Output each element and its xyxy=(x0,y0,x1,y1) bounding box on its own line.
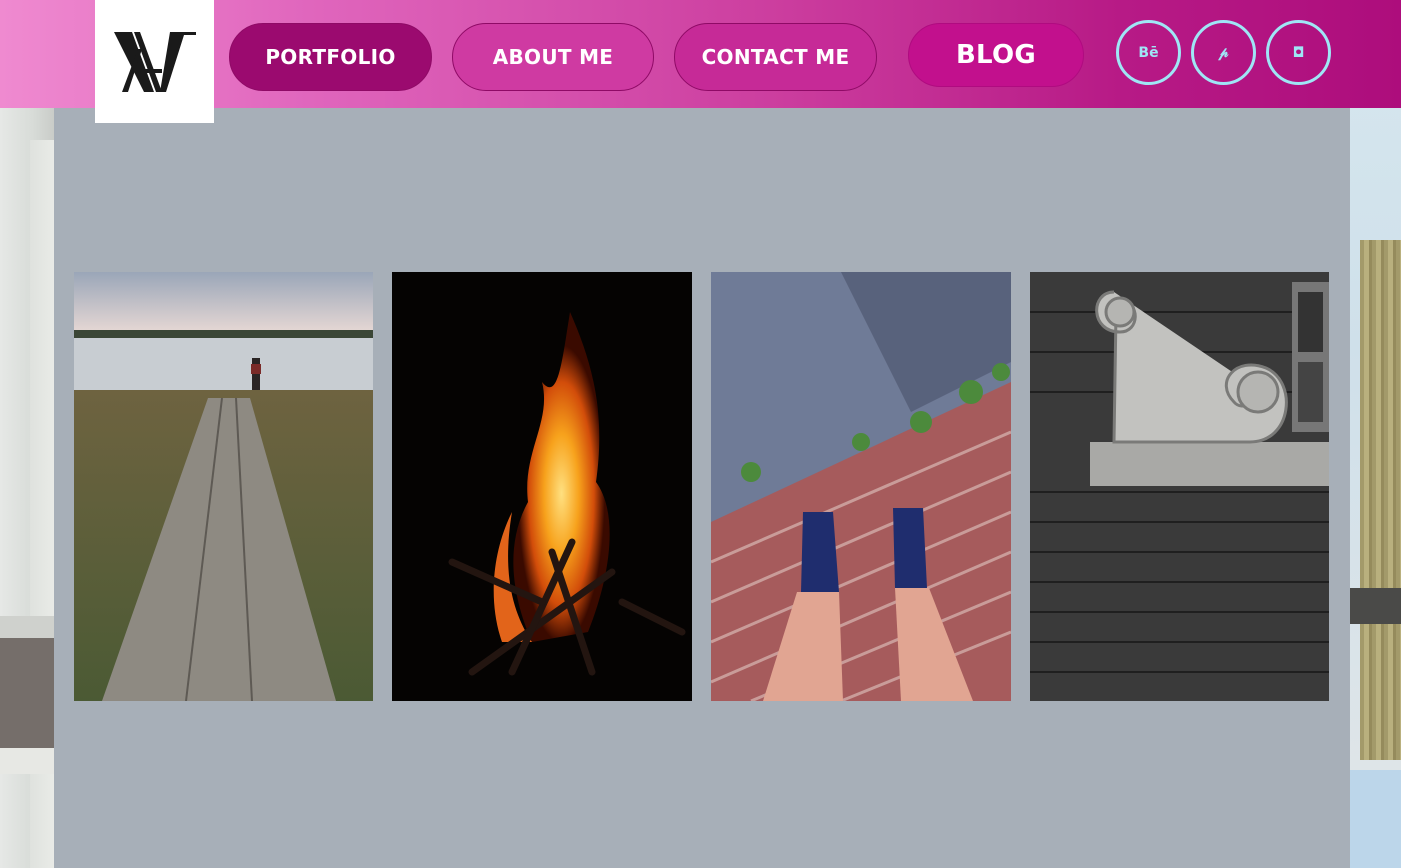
photo-stone-scroll[interactable] xyxy=(1030,272,1329,701)
boardwalk-image xyxy=(74,272,373,701)
photo-campfire[interactable] xyxy=(392,272,692,701)
av-monogram-logo-icon xyxy=(113,31,196,92)
photo-sneakers[interactable] xyxy=(711,272,1011,701)
nav-portfolio-button[interactable]: PORTFOLIO xyxy=(229,23,432,91)
sneakers-image xyxy=(711,272,1011,701)
behance-link[interactable]: Bē xyxy=(1116,20,1181,85)
background-sofa xyxy=(1350,770,1401,868)
background-scene-right xyxy=(1350,0,1401,868)
nav-about-me-button[interactable]: ABOUT ME xyxy=(452,23,654,91)
site-logo[interactable] xyxy=(95,0,214,123)
background-dark-block xyxy=(0,638,54,748)
background-ledge-lower xyxy=(0,748,54,774)
behance-icon: Bē xyxy=(1138,44,1159,61)
pinterest-icon: 𝓅 xyxy=(1218,44,1229,61)
instagram-link[interactable]: ◘ xyxy=(1266,20,1331,85)
nav-blog-button[interactable]: BLOG xyxy=(908,23,1084,87)
background-curtain xyxy=(1360,240,1401,760)
instagram-icon: ◘ xyxy=(1292,44,1305,61)
background-scene-left xyxy=(0,0,54,868)
photo-boardwalk[interactable] xyxy=(74,272,373,701)
background-ledge xyxy=(0,616,54,638)
campfire-image xyxy=(392,272,692,701)
stone-scroll-image xyxy=(1030,272,1329,701)
pinterest-link[interactable]: 𝓅 xyxy=(1191,20,1256,85)
background-dark-band xyxy=(1350,588,1401,624)
nav-contact-me-button[interactable]: CONTACT ME xyxy=(674,23,877,91)
